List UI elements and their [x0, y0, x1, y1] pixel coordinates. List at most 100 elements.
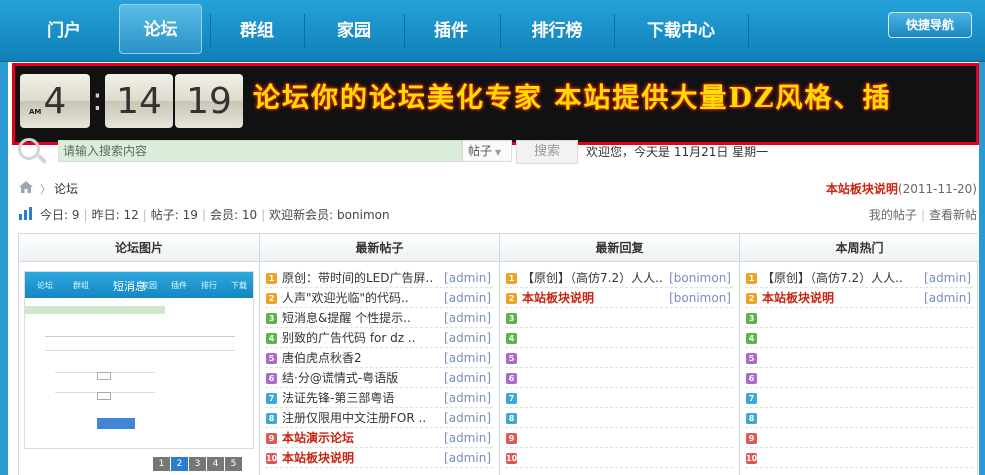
slide-pager: 12345	[153, 455, 243, 471]
home-icon[interactable]	[18, 180, 34, 194]
rank-badge: 6	[746, 373, 757, 384]
author-link[interactable]: [admin]	[924, 268, 971, 287]
author-link[interactable]: [admin]	[444, 428, 491, 447]
latest-replies-list: 1 【原创】（高仿7.2）人人.. [bonimon] 2 本站板块说明 [bonimon…	[500, 262, 739, 468]
list-item: 9 本站演示论坛 [admin]	[265, 428, 493, 448]
list-item: 7 法证先锋-第三部粤语 [admin]	[265, 388, 493, 408]
slide-image[interactable]: 论坛 群组 家园 插件 排行 下载 短消息	[24, 271, 254, 449]
notice-date: (2011-11-20)	[897, 182, 977, 196]
thread-link[interactable]: 注册仅限用中文注册FOR ..	[282, 408, 426, 427]
nav-ranking[interactable]: 排行榜	[512, 0, 602, 62]
author-link[interactable]: [admin]	[444, 408, 491, 427]
breadcrumb-arrow-icon: 〉	[40, 183, 51, 196]
list-item: 7	[745, 388, 973, 408]
thread-link[interactable]: 【原创】（高仿7.2）人人..	[522, 268, 663, 287]
stats-chart-icon	[19, 207, 32, 220]
weekly-hot-column: 本周热门 1 【原创】（高仿7.2）人人.. [admin] 2 本站板块说明 [admi…	[740, 234, 979, 475]
images-column: 论坛图片 论坛 群组 家园 插件 排行 下载 短消息 12345	[19, 234, 260, 475]
author-link[interactable]: [bonimon]	[669, 268, 731, 287]
search-scope-select[interactable]: 帖子 ▼	[462, 140, 512, 162]
nav-divider	[500, 14, 501, 48]
clock-minute: 14	[105, 74, 173, 128]
my-posts-link[interactable]: 我的帖子	[869, 208, 917, 222]
nav-downloads[interactable]: 下载中心	[626, 0, 736, 62]
list-item: 5 唐伯虎点秋香2 [admin]	[265, 348, 493, 368]
rank-badge: 4	[266, 333, 277, 344]
page-frame-right	[979, 62, 985, 475]
search-input[interactable]: 请输入搜索内容	[58, 140, 462, 162]
thread-link[interactable]: 结·分@谎情式-粤语版	[282, 368, 398, 387]
author-link[interactable]: [admin]	[444, 268, 491, 287]
list-item: 8	[505, 408, 733, 428]
thread-link[interactable]: 【原创】（高仿7.2）人人..	[762, 268, 903, 287]
thread-link[interactable]: 唐伯虎点秋香2	[282, 348, 362, 367]
list-item: 2 人声"欢迎光临"的代码.. [admin]	[265, 288, 493, 308]
banner-marquee-text: 论坛你的论坛美化专家 本站提供大量DZ风格、插	[253, 83, 892, 114]
user-links: 我的帖子 | 查看新帖	[868, 208, 977, 222]
rank-badge: 5	[746, 353, 757, 364]
slide-page-2[interactable]: 2	[171, 457, 188, 471]
slide-page-1[interactable]: 1	[153, 457, 170, 471]
stat-yesterday: 12	[123, 208, 139, 222]
rank-badge: 7	[506, 393, 517, 404]
rank-badge: 3	[266, 313, 277, 324]
breadcrumb-current[interactable]: 论坛	[54, 180, 78, 197]
nav-groups[interactable]: 群组	[220, 0, 294, 62]
nav-home[interactable]: 家园	[316, 0, 392, 62]
thread-link[interactable]: 短消息&提醒 个性提示..	[282, 308, 411, 327]
author-link[interactable]: [admin]	[444, 288, 491, 307]
list-item: 3 短消息&提醒 个性提示.. [admin]	[265, 308, 493, 328]
list-item: 2 本站板块说明 [admin]	[745, 288, 973, 308]
thread-link[interactable]: 本站板块说明	[282, 448, 354, 467]
newest-member-link[interactable]: bonimon	[337, 208, 390, 222]
thread-link[interactable]: 别致的广告代码 for dz ..	[282, 328, 416, 347]
clock-second: 19	[175, 74, 243, 128]
list-item: 8 注册仅限用中文注册FOR .. [admin]	[265, 408, 493, 428]
author-link[interactable]: [admin]	[444, 308, 491, 327]
rank-badge: 4	[746, 333, 757, 344]
thread-link[interactable]: 本站板块说明	[522, 288, 594, 307]
clock-ampm: AM	[29, 108, 42, 116]
list-item: 8	[745, 408, 973, 428]
thread-link[interactable]: 原创：带时间的LED广告屏..	[282, 268, 433, 287]
slide-page-5[interactable]: 5	[225, 457, 242, 471]
thread-link[interactable]: 法证先锋-第三部粤语	[282, 388, 394, 407]
thread-link[interactable]: 人声"欢迎光临"的代码..	[282, 288, 409, 307]
list-item: 10	[745, 448, 973, 468]
slide-title: 短消息	[113, 280, 146, 293]
stat-posts-label: 帖子:	[150, 208, 179, 222]
nav-forum[interactable]: 论坛	[119, 4, 202, 54]
author-link[interactable]: [bonimon]	[669, 288, 731, 307]
stat-members-label: 会员:	[209, 208, 239, 222]
thread-link[interactable]: 本站板块说明	[762, 288, 834, 307]
rank-badge: 7	[266, 393, 277, 404]
slide-page-4[interactable]: 4	[207, 457, 224, 471]
search-button[interactable]: 搜索	[516, 140, 578, 164]
author-link[interactable]: [admin]	[444, 368, 491, 387]
latest-posts-column: 最新帖子 1 原创：带时间的LED广告屏.. [admin] 2 人声"欢迎光临"的代码…	[260, 234, 500, 475]
nav-plugins[interactable]: 插件	[414, 0, 488, 62]
list-item: 6 结·分@谎情式-粤语版 [admin]	[265, 368, 493, 388]
slide-nav-text: 论坛	[37, 281, 53, 290]
page-frame-left	[0, 62, 8, 475]
author-link[interactable]: [admin]	[444, 448, 491, 467]
author-link[interactable]: [admin]	[444, 328, 491, 347]
stat-members: 10	[241, 208, 258, 222]
view-new-posts-link[interactable]: 查看新帖	[929, 208, 977, 222]
slide-detail	[97, 418, 135, 429]
latest-posts-title: 最新帖子	[260, 234, 499, 262]
chevron-down-icon: ▼	[495, 148, 502, 157]
quick-nav-button[interactable]: 快捷导航	[888, 12, 972, 38]
nav-divider	[748, 14, 749, 48]
slide-page-3[interactable]: 3	[189, 457, 206, 471]
author-link[interactable]: [admin]	[444, 348, 491, 367]
slide-detail	[25, 306, 165, 314]
top-nav: 门户 论坛 群组 家园 插件 排行榜 下载中心 快捷导航	[0, 0, 985, 62]
latest-replies-column: 最新回复 1 【原创】（高仿7.2）人人.. [bonimon] 2 本站板块说明 [bo…	[500, 234, 740, 475]
thread-link[interactable]: 本站演示论坛	[282, 428, 354, 447]
author-link[interactable]: [admin]	[444, 388, 491, 407]
author-link[interactable]: [admin]	[924, 288, 971, 307]
latest-replies-title: 最新回复	[500, 234, 739, 262]
notice-link[interactable]: 本站板块说明	[826, 182, 898, 196]
nav-portal[interactable]: 门户	[26, 0, 102, 62]
